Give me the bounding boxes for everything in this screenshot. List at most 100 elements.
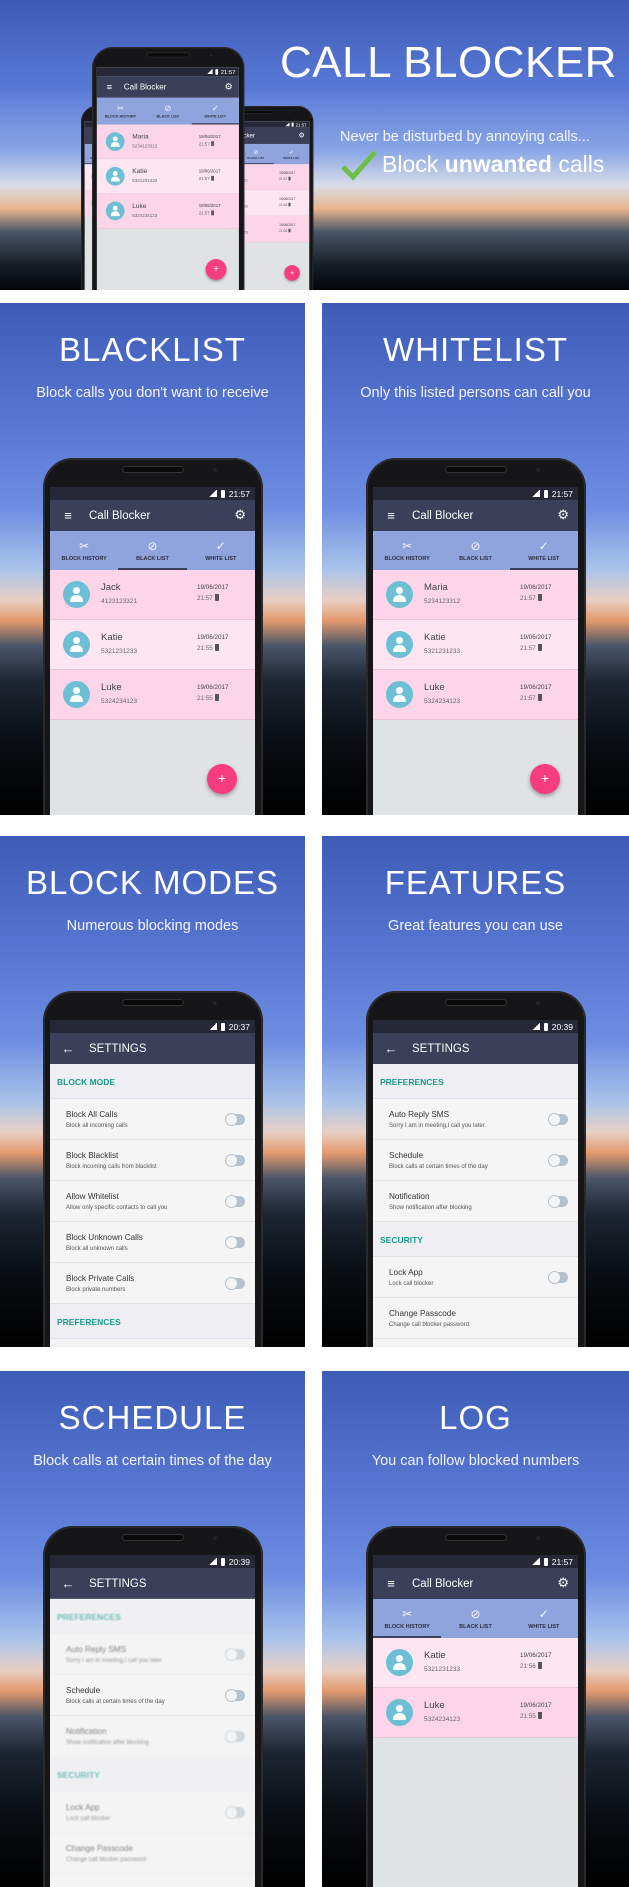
delete-icon[interactable] <box>538 1662 542 1669</box>
delete-icon[interactable] <box>538 644 542 651</box>
toggle-switch[interactable] <box>549 1155 568 1166</box>
app-title: Call Blocker <box>123 82 167 92</box>
toggle-switch[interactable] <box>549 1196 568 1207</box>
toggle-switch[interactable] <box>226 1196 245 1207</box>
delete-icon[interactable] <box>215 644 219 651</box>
tab-white-list[interactable]: ✓WHITE LIST <box>510 1599 578 1638</box>
delete-icon[interactable] <box>215 694 219 701</box>
settings-item[interactable]: Change Passcode Change call blocker passw… <box>373 1298 578 1339</box>
add-contact-button[interactable]: + <box>530 764 560 794</box>
tab-black-list[interactable]: ⊘BLACK LIST <box>118 531 187 570</box>
toggle-switch[interactable] <box>226 1237 245 1248</box>
menu-icon[interactable]: ≡ <box>56 508 80 523</box>
tab-block-history[interactable]: ✂BLOCK HISTORY <box>373 1599 442 1638</box>
call-time: 21:56 <box>520 1663 536 1670</box>
settings-gear-icon[interactable]: ⚙ <box>557 1575 569 1591</box>
tab-block-history[interactable]: ✂BLOCK HISTORY <box>50 531 118 570</box>
settings-gear-icon[interactable]: ⚙ <box>234 507 246 523</box>
contact-row[interactable]: Luke 5324234123 19/06/2017 21:55 <box>50 670 255 720</box>
add-contact-button[interactable]: + <box>207 764 237 794</box>
settings-item[interactable]: Auto Reply SMS Sorry I am in meeting,I ca… <box>373 1099 578 1140</box>
tab-block-history[interactable]: ✂BLOCK HISTORY <box>373 531 441 570</box>
contact-row[interactable]: Luke 5324234123 19/06/2017 21:55 <box>373 1688 578 1738</box>
menu-icon[interactable]: ≡ <box>379 1576 403 1591</box>
settings-gear-icon[interactable]: ⚙ <box>298 131 304 139</box>
delete-icon[interactable] <box>211 175 214 181</box>
toggle-switch[interactable] <box>226 1807 245 1818</box>
contact-row[interactable]: Katie 5321231233 19/06/2017 21:57 <box>96 159 239 194</box>
settings-item[interactable]: Notification Show notification after bloc… <box>373 1181 578 1222</box>
tab-white-list[interactable]: ✓WHITE LIST <box>187 531 255 570</box>
settings-item[interactable]: Allow Whitelist Allow only specific conta… <box>50 1181 255 1222</box>
tab-block-history[interactable]: ✂BLOCK HISTORY <box>97 98 144 125</box>
delete-icon[interactable] <box>211 210 214 216</box>
toggle-switch[interactable] <box>226 1114 245 1125</box>
battery-icon <box>220 1557 225 1566</box>
tab-white-list[interactable]: ✓WHITE LIST <box>509 531 578 570</box>
settings-item[interactable]: Change Passcode Change call blocker passw… <box>50 1833 255 1874</box>
settings-gear-icon[interactable]: ⚙ <box>225 81 233 92</box>
settings-item[interactable]: Block All Calls Block all incoming calls <box>50 1099 255 1140</box>
menu-icon[interactable]: ≡ <box>101 82 118 92</box>
settings-item[interactable]: Schedule Block calls at certain times of … <box>50 1675 255 1716</box>
contact-row[interactable]: Maria 5234123312 19/06/2017 21:57 <box>373 570 578 620</box>
tab-black-list[interactable]: ⊘BLACK LIST <box>144 98 191 125</box>
settings-item[interactable]: Schedule Block calls at certain times of … <box>373 1140 578 1181</box>
block-history-icon: ✂ <box>79 539 90 553</box>
delete-icon[interactable] <box>215 594 219 601</box>
call-date: 19/06/2017 <box>198 168 221 174</box>
delete-icon[interactable] <box>538 694 542 701</box>
toggle-switch[interactable] <box>226 1690 245 1701</box>
delete-icon[interactable] <box>538 594 542 601</box>
settings-item[interactable]: Lock App Lock call blocker <box>373 1257 578 1298</box>
tab-white-list[interactable]: ✓WHITE LIST <box>274 144 310 164</box>
delete-icon[interactable] <box>288 176 291 181</box>
call-date: 19/06/2017 <box>197 584 229 591</box>
back-arrow-icon[interactable]: ← <box>56 1576 80 1591</box>
delete-icon[interactable] <box>211 141 214 147</box>
settings-item[interactable]: Block Blacklist Block incoming calls from… <box>50 1140 255 1181</box>
status-time: 21:57 <box>228 488 250 499</box>
phone-mockup: 21:57 ≡ Call Blocker ⚙ ✂ BLOCK HISTORY ⊘ BLACK … <box>366 458 586 815</box>
add-contact-button[interactable]: + <box>284 265 300 281</box>
contact-row[interactable]: Maria 5234123312 19/06/2017 21:57 <box>96 124 239 160</box>
status-time: 21:57 <box>220 68 236 76</box>
tab-black-list[interactable]: ⊘BLACK LIST <box>441 531 509 570</box>
contact-row[interactable]: Katie 5321231233 19/06/2017 21:56 <box>373 1638 578 1688</box>
tab-black-list[interactable]: ⊘BLACK LIST <box>441 1599 509 1638</box>
toggle-switch[interactable] <box>226 1155 245 1166</box>
status-time: 21:57 <box>551 1556 573 1567</box>
settings-item[interactable]: Block Unknown Calls Block all unknown cal… <box>50 1222 255 1263</box>
settings-item[interactable]: Notification Show notification after bloc… <box>50 1716 255 1757</box>
call-date: 19/06/2017 <box>520 1702 552 1709</box>
tab-white-list[interactable]: ✓WHITE LIST <box>191 98 239 125</box>
settings-gear-icon[interactable]: ⚙ <box>557 507 569 523</box>
toggle-switch[interactable] <box>226 1649 245 1660</box>
toggle-switch[interactable] <box>226 1731 245 1742</box>
section-header: BLOCK MODE <box>50 1064 255 1099</box>
settings-item[interactable]: Lock App Lock call blocker <box>50 1792 255 1833</box>
contact-row[interactable]: Jack 4123123321 19/06/2017 21:57 <box>50 570 255 620</box>
settings-item[interactable]: Block Private Calls Block private numbers <box>50 1263 255 1304</box>
contact-row[interactable]: Katie 5321231233 19/06/2017 21:57 <box>373 620 578 670</box>
toggle-switch[interactable] <box>226 1278 245 1289</box>
back-arrow-icon[interactable]: ← <box>379 1041 403 1056</box>
toggle-switch[interactable] <box>549 1114 568 1125</box>
panel-log: LOG You can follow blocked numbers 21:57 ≡ C… <box>322 1371 629 1887</box>
contact-row[interactable]: Katie 5321231233 19/06/2017 21:55 <box>50 620 255 670</box>
delete-icon[interactable] <box>288 202 291 207</box>
contact-row[interactable]: Luke 5324234123 19/06/2017 21:57 <box>373 670 578 720</box>
delete-icon[interactable] <box>538 1712 542 1719</box>
toggle-switch[interactable] <box>549 1272 568 1283</box>
contact-number: 5324234123 <box>424 698 461 705</box>
back-arrow-icon[interactable]: ← <box>56 1041 80 1056</box>
tab-label: BLACK LIST <box>459 556 492 562</box>
delete-icon[interactable] <box>288 228 291 233</box>
add-contact-button[interactable]: + <box>205 259 227 280</box>
avatar <box>63 681 90 708</box>
contact-name: Maria <box>424 582 448 593</box>
settings-item[interactable]: Auto Reply SMS Sorry I am in meeting,I ca… <box>50 1634 255 1675</box>
contact-row[interactable]: Luke 5324234123 19/06/2017 21:57 <box>96 193 239 229</box>
block-icon: ⊘ <box>470 1607 481 1621</box>
menu-icon[interactable]: ≡ <box>379 508 403 523</box>
